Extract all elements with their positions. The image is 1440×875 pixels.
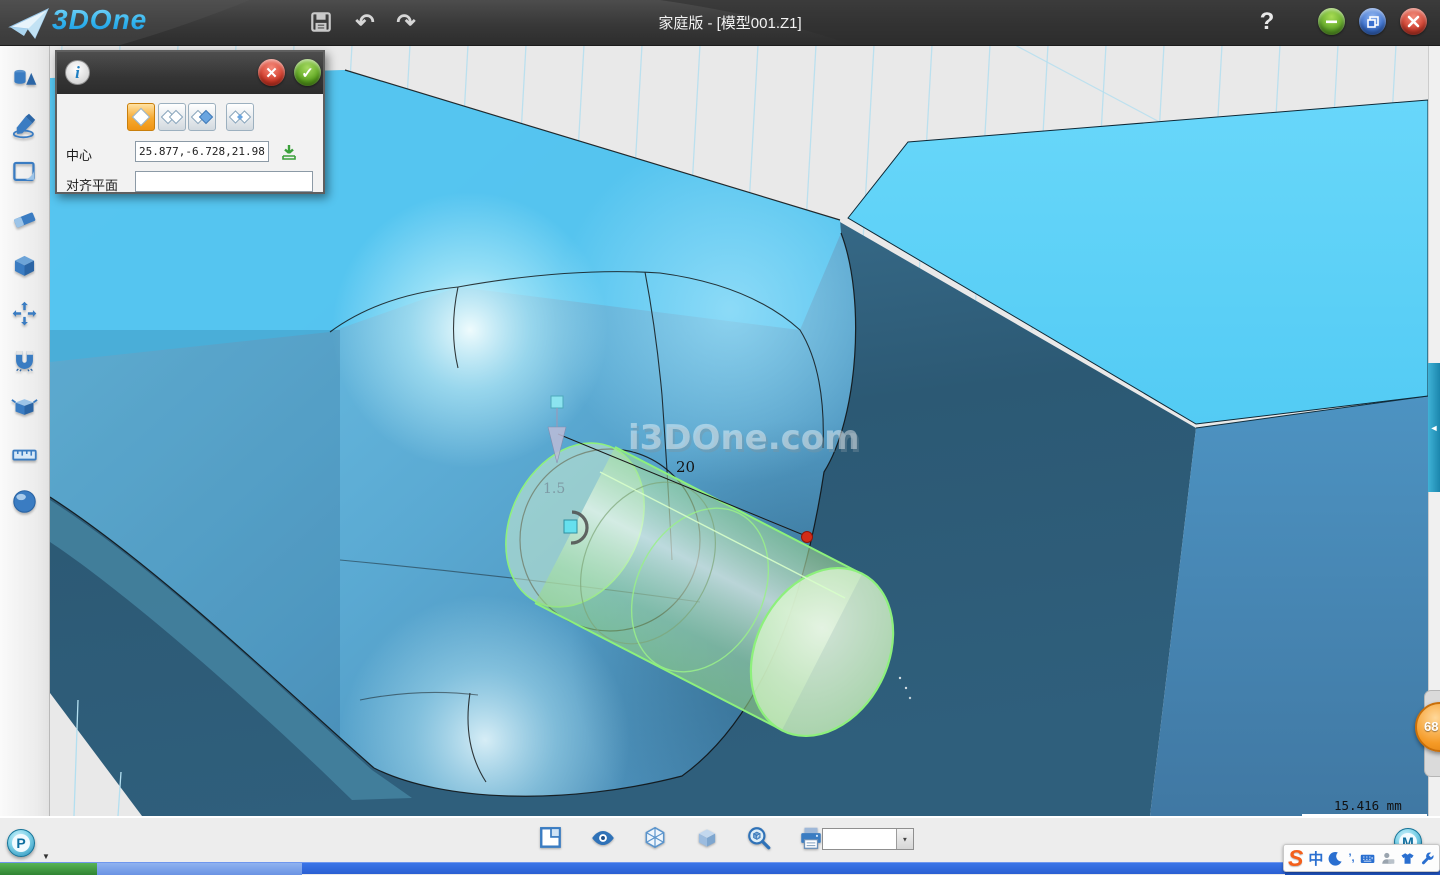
undo-button[interactable]: ↶ [350, 7, 380, 37]
move-icon[interactable] [8, 296, 42, 330]
left-badge-caret-icon[interactable]: ▼ [42, 852, 50, 861]
cancel-button[interactable]: ✕ [258, 59, 285, 86]
close-button[interactable] [1400, 8, 1427, 35]
wireframe-display-icon[interactable] [642, 825, 668, 851]
skin-icon[interactable] [1400, 850, 1415, 867]
info-icon: i [65, 60, 90, 85]
two-point-mode-button[interactable] [158, 103, 186, 131]
left-status-badge[interactable]: P [7, 829, 35, 857]
pick-from-scene-icon[interactable] [279, 142, 299, 162]
os-taskbar[interactable] [0, 862, 1440, 874]
material-sphere-icon[interactable] [8, 484, 42, 518]
point-pair-mode-button[interactable] [188, 103, 216, 131]
app-logo-icon [8, 5, 50, 41]
app-brand: 3DOne [52, 4, 147, 36]
view-toolbar: ▼ [0, 816, 1440, 862]
zoom-view-icon[interactable] [746, 825, 772, 851]
print-icon[interactable] [798, 825, 824, 851]
redo-button[interactable]: ↷ [391, 7, 421, 37]
radius-label: 1.5 [543, 481, 565, 497]
center-field-label: 中心 [66, 145, 92, 164]
keyboard-icon[interactable] [1360, 850, 1375, 867]
dropdown-arrow-icon[interactable]: ▼ [896, 829, 913, 849]
collapse-arrow-icon: ◄ [1430, 423, 1439, 433]
confirm-button[interactable]: ✓ [294, 59, 321, 86]
view-preset-dropdown[interactable]: ▼ [822, 828, 914, 850]
tool-sidebar [0, 45, 50, 816]
inner-point-mode-button[interactable] [226, 103, 254, 131]
profile-icon[interactable] [1380, 850, 1395, 867]
assembly-box-icon[interactable] [8, 390, 42, 424]
ime-toolbar: S 中 ’, [1283, 844, 1440, 872]
ime-logo-icon[interactable]: S [1288, 847, 1303, 870]
primitives-icon[interactable] [8, 61, 42, 95]
align-plane-field-label: 对齐平面 [66, 175, 118, 194]
help-button[interactable]: ? [1252, 7, 1282, 37]
center-input[interactable] [135, 141, 269, 162]
moon-icon[interactable] [1328, 850, 1343, 867]
shaded-display-icon[interactable] [694, 825, 720, 851]
left-badge-letter: P [16, 835, 25, 851]
drag-handle-dot[interactable] [802, 532, 813, 543]
feature-cube-icon[interactable] [8, 249, 42, 283]
punct-icon[interactable]: ’, [1348, 852, 1354, 864]
save-button[interactable] [306, 7, 336, 37]
align-plane-input[interactable] [135, 171, 313, 192]
measure-ruler-icon[interactable] [8, 437, 42, 471]
visibility-eye-icon[interactable] [590, 825, 616, 851]
view-layout-icon[interactable] [538, 825, 564, 851]
taskbar-task-button[interactable] [97, 863, 302, 875]
wrench-icon[interactable] [1420, 850, 1435, 867]
center-point-mode-button[interactable] [127, 103, 155, 131]
scale-label: 15.416 mm [1334, 798, 1402, 813]
watermark: i3DOne.com i3DOne.com [628, 418, 862, 461]
ime-lang-toggle[interactable]: 中 [1308, 848, 1323, 869]
dialog-header[interactable]: i ✕ ✓ [57, 52, 323, 94]
sketch-icon[interactable] [8, 108, 42, 142]
parameter-dialog: i ✕ ✓ 中心 对齐平面 [55, 50, 325, 194]
sketch-plane-icon[interactable] [8, 155, 42, 189]
window-title: 家庭版 - [模型001.Z1] [470, 12, 990, 33]
start-button[interactable] [0, 863, 97, 875]
minimize-button[interactable] [1318, 8, 1345, 35]
title-bar: 3DOne ↶ ↷ 家庭版 - [模型001.Z1] ? [0, 0, 1440, 46]
svg-text:i3DOne.com: i3DOne.com [628, 418, 860, 458]
edit-eraser-icon[interactable] [8, 202, 42, 236]
constraint-magnet-icon[interactable] [8, 343, 42, 377]
assistant-value: 68 [1424, 719, 1438, 734]
restore-button[interactable] [1359, 8, 1386, 35]
panel-collapse-tab[interactable]: ◄ [1428, 363, 1440, 492]
